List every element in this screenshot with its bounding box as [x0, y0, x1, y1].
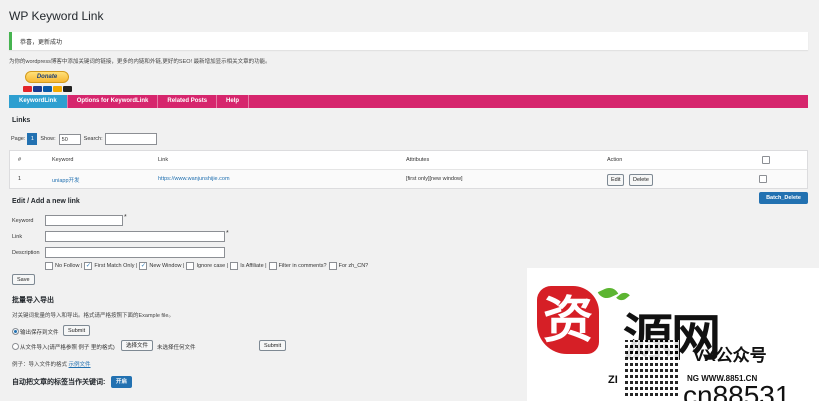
auto-tag-heading: 自动把文章的标签当作关键词: — [12, 379, 106, 386]
add-link-heading: Edit / Add a new link — [12, 198, 80, 205]
watermark-zi: ZI — [608, 374, 618, 386]
example-line: 例子：导入文件的格式 示例文件 — [12, 360, 91, 368]
col-action: Action — [607, 157, 623, 163]
show-count-input[interactable]: 50 — [58, 133, 81, 145]
row-url-link[interactable]: https://www.wanjunshijie.com — [158, 176, 230, 182]
page-title: WP Keyword Link — [9, 9, 104, 23]
example-prefix: 例子：导入文件的格式 — [12, 362, 68, 368]
watermark-overlay: 资 源网 VX公众号 ZI NG WWW.8851.CN cn88531 — [527, 268, 819, 401]
payment-card-icon — [33, 86, 42, 92]
link-input[interactable] — [45, 231, 225, 242]
import-label: 从文件导入(请严格参照 例子 里的格式) — [20, 345, 115, 351]
links-table: # Keyword Link Attributes Action 1 uniap… — [9, 150, 808, 189]
payment-card-icon — [63, 86, 72, 92]
option-first-match[interactable]: ✓ First Match Only | — [84, 262, 137, 270]
ignore-case-checkbox[interactable] — [186, 262, 195, 270]
plugin-intro: 为你的wordpress博客中添加关键词的链接，更多的内链和外链,更好的SEO!… — [9, 59, 271, 65]
table-row: 1 uniapp开发 https://www.wanjunshijie.com … — [10, 170, 807, 188]
import-description: 对关键词批量的导入和导出。格式请严格按照下面的Example file。 — [12, 313, 174, 319]
no-file-chosen-text: 未选择任何文件 — [157, 345, 196, 351]
payment-card-icon — [53, 86, 62, 92]
payment-card-icon — [23, 86, 32, 92]
watermark-vx: VX公众号 — [693, 346, 767, 365]
description-input[interactable] — [45, 247, 225, 258]
col-link: Link — [158, 157, 169, 163]
show-label: Show: — [40, 136, 56, 142]
option-no-follow[interactable]: No Follow | — [45, 262, 82, 270]
enable-auto-tag-button[interactable]: 开启 — [111, 376, 133, 388]
tab-bar: KeywordLink Options for KeywordLink Rela… — [9, 95, 808, 108]
table-header: # Keyword Link Attributes Action — [10, 151, 807, 170]
delete-button[interactable]: Delete — [629, 174, 653, 186]
import-radio[interactable] — [12, 343, 19, 350]
choose-file-button[interactable]: 选择文件 — [121, 340, 154, 351]
save-button[interactable]: Save — [12, 274, 35, 285]
col-num: # — [18, 157, 22, 163]
pager: Page: 1 Show: 50 Search: — [11, 133, 157, 145]
row-checkbox[interactable] — [759, 175, 767, 183]
export-label: 输出保存到文件 — [20, 330, 59, 336]
watermark-cn: cn88531 — [683, 380, 791, 401]
tab-help[interactable]: Help — [217, 95, 250, 108]
payment-cards — [23, 86, 72, 93]
links-heading: Links — [12, 117, 31, 124]
new-window-checkbox[interactable]: ✓ — [139, 262, 148, 270]
description-label: Description — [12, 250, 40, 256]
col-attributes: Attributes — [406, 157, 430, 163]
link-label: Link — [12, 234, 23, 240]
option-filter-comments[interactable]: Filter in comments? — [268, 262, 327, 270]
option-zh-cn[interactable]: For zh_CN? — [328, 262, 368, 270]
no-follow-checkbox[interactable] — [45, 262, 53, 270]
link-required-mark: * — [226, 230, 229, 237]
edit-button[interactable]: Edit — [607, 174, 625, 186]
row-keyword-link[interactable]: uniapp开发 — [52, 176, 80, 184]
tab-keywordlink[interactable]: KeywordLink — [9, 95, 68, 108]
qr-code-icon — [623, 340, 679, 396]
option-ignore-case[interactable]: Ignore case | — [186, 262, 228, 270]
payment-card-icon — [43, 86, 52, 92]
first-match-checkbox[interactable]: ✓ — [84, 262, 93, 270]
search-input[interactable] — [104, 133, 157, 145]
keyword-required-mark: * — [124, 214, 127, 221]
success-notice: 恭喜，更新成功 — [9, 32, 808, 50]
option-is-affiliate[interactable]: Is Affiliate | — [230, 262, 267, 270]
page-label: Page: — [11, 136, 26, 142]
link-options: No Follow | ✓ First Match Only | ✓ New Win… — [45, 262, 370, 270]
import-heading: 批量导入导出 — [12, 297, 54, 304]
search-label: Search: — [83, 136, 103, 142]
col-keyword: Keyword — [52, 157, 74, 163]
notice-text: 恭喜，更新成功 — [20, 40, 63, 46]
export-submit-button[interactable]: Submit — [63, 325, 91, 336]
watermark-seal-logo: 资 — [537, 286, 599, 354]
keyword-label: Keyword — [12, 218, 34, 224]
example-file-link[interactable]: 示例文件 — [69, 362, 91, 368]
import-submit-button[interactable]: Submit — [259, 340, 287, 351]
select-all-checkbox[interactable] — [762, 156, 770, 164]
zh-cn-checkbox[interactable] — [328, 262, 337, 270]
batch-delete-button[interactable]: Batch_Delete — [759, 192, 808, 204]
tab-options[interactable]: Options for KeywordLink — [68, 95, 159, 108]
keyword-input[interactable] — [45, 215, 123, 226]
row-attributes: [first only][new window] — [406, 176, 463, 182]
row-num: 1 — [18, 176, 22, 182]
export-radio[interactable] — [12, 328, 19, 335]
leaf-icon — [597, 284, 619, 302]
donate-button[interactable]: Donate — [25, 71, 69, 83]
is-affiliate-checkbox[interactable] — [230, 262, 239, 270]
tab-related-posts[interactable]: Related Posts — [158, 95, 218, 108]
page-number-button[interactable]: 1 — [27, 133, 38, 145]
filter-comments-checkbox[interactable] — [268, 262, 277, 270]
option-new-window[interactable]: ✓ New Window | — [139, 262, 184, 270]
